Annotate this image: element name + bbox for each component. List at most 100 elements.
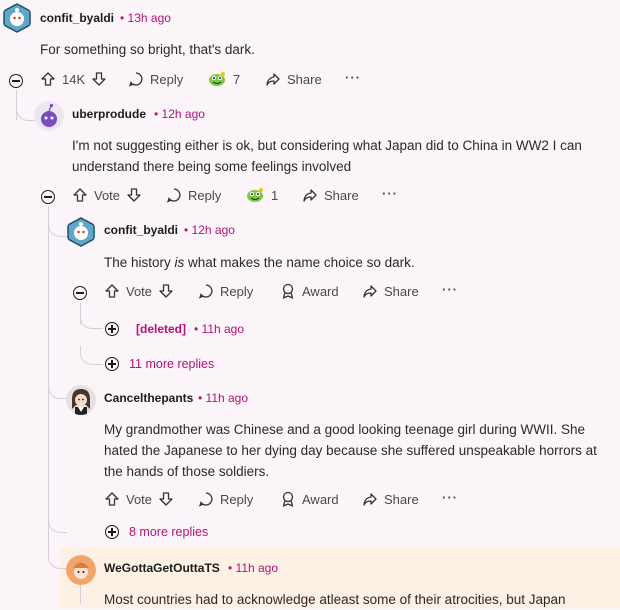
- award-button[interactable]: Award: [280, 491, 339, 507]
- award-count: 7: [233, 71, 241, 87]
- share-button[interactable]: Share: [265, 71, 322, 87]
- more-options-button[interactable]: ···: [442, 282, 458, 297]
- upvote-icon[interactable]: [72, 187, 88, 203]
- username[interactable]: confit_byaldi: [104, 223, 178, 237]
- award-button[interactable]: 7: [207, 71, 240, 87]
- upvote-icon[interactable]: [104, 491, 120, 507]
- thread-branch: [80, 346, 103, 365]
- comment-body: My grandmother was Chinese and a good lo…: [104, 419, 597, 482]
- collapse-toggle[interactable]: [41, 190, 55, 204]
- share-icon: [303, 189, 317, 202]
- share-button[interactable]: Share: [302, 187, 359, 203]
- award-button[interactable]: Award: [280, 283, 339, 299]
- award-count: 1: [271, 187, 279, 203]
- timestamp: 12h ago: [161, 107, 205, 121]
- vote-label: Vote: [126, 491, 153, 507]
- vote-label: Vote: [94, 187, 121, 203]
- reply-button[interactable]: Reply: [166, 187, 221, 203]
- expand-more-icon[interactable]: [105, 357, 119, 371]
- comment-body: I'm not suggesting either is ok, but con…: [72, 135, 582, 177]
- timestamp: 12h ago: [191, 223, 235, 237]
- comment-time: • 13h ago: [120, 11, 171, 25]
- reply-button[interactable]: Reply: [198, 283, 253, 299]
- avatar[interactable]: [66, 385, 96, 415]
- comment-text: The history: [104, 255, 175, 270]
- upvote-icon[interactable]: [40, 71, 56, 87]
- username[interactable]: uberprodude: [72, 107, 146, 121]
- comment-time: • 12h ago: [184, 223, 235, 237]
- award-label: Award: [302, 283, 339, 299]
- thread-branch: [16, 100, 35, 121]
- vote-group: 14K: [40, 71, 107, 87]
- more-replies-link[interactable]: 11 more replies: [129, 357, 214, 371]
- share-label: Share: [384, 283, 419, 299]
- more-options-button[interactable]: ···: [382, 186, 398, 201]
- collapse-toggle[interactable]: [9, 74, 23, 88]
- collapse-toggle[interactable]: [73, 286, 87, 300]
- award-ribbon-icon: [282, 283, 294, 299]
- thread-branch: [48, 216, 67, 237]
- avatar[interactable]: [66, 555, 96, 585]
- comment-line: I'm not suggesting either is ok, but con…: [72, 138, 582, 153]
- downvote-icon[interactable]: [91, 71, 107, 87]
- share-label: Share: [287, 71, 322, 87]
- expand-more-icon[interactable]: [105, 525, 119, 539]
- downvote-icon[interactable]: [158, 283, 174, 299]
- comment-text: what makes the name choice so dark.: [184, 255, 415, 270]
- share-icon: [363, 493, 377, 506]
- avatar[interactable]: [34, 101, 64, 131]
- thread-branch: [80, 310, 103, 329]
- more-replies-link[interactable]: 8 more replies: [129, 525, 208, 539]
- ellipsis-icon: ···: [442, 282, 458, 297]
- more-options-button[interactable]: ···: [345, 70, 361, 85]
- separator: •: [198, 391, 203, 405]
- thread-line: [80, 584, 81, 604]
- thread-branch: [48, 512, 67, 533]
- separator: •: [120, 11, 125, 25]
- comment-time: • 11h ago: [194, 322, 244, 336]
- comment-body: Most countries had to acknowledge atleas…: [104, 589, 566, 610]
- vote-group: Vote: [104, 283, 174, 299]
- downvote-icon[interactable]: [158, 491, 174, 507]
- avatar[interactable]: [66, 217, 96, 247]
- more-options-button[interactable]: ···: [442, 490, 458, 505]
- share-button[interactable]: Share: [362, 491, 419, 507]
- ellipsis-icon: ···: [382, 186, 398, 201]
- username[interactable]: confit_byaldi: [40, 11, 114, 25]
- timestamp: 13h ago: [127, 11, 171, 25]
- expand-toggle[interactable]: [105, 322, 119, 336]
- separator: •: [194, 322, 199, 336]
- comment-body: For something so bright, that's dark.: [40, 39, 255, 60]
- award-button[interactable]: 1: [245, 187, 278, 203]
- reply-label: Reply: [188, 187, 222, 203]
- share-button[interactable]: Share: [362, 283, 419, 299]
- comment-line: understand there being some feelings inv…: [72, 159, 352, 174]
- downvote-icon[interactable]: [126, 187, 142, 203]
- comment-icon: [128, 72, 143, 87]
- reply-button[interactable]: Reply: [128, 71, 183, 87]
- username[interactable]: WeGottaGetOuttaTS: [104, 561, 220, 575]
- comment-icon: [198, 284, 213, 299]
- reply-label: Reply: [150, 71, 184, 87]
- share-label: Share: [384, 491, 419, 507]
- timestamp: 11h ago: [205, 391, 249, 405]
- award-label: Award: [302, 491, 339, 507]
- upvote-icon[interactable]: [104, 283, 120, 299]
- comment-icon: [198, 492, 213, 507]
- award-icon: [209, 72, 225, 86]
- username[interactable]: Cancelthepants: [104, 391, 193, 405]
- avatar[interactable]: [2, 3, 32, 33]
- thread-branch: [48, 540, 67, 569]
- comment-emphasis: is: [174, 255, 185, 270]
- comment-line: My grandmother was Chinese and a good lo…: [104, 422, 586, 437]
- share-label: Share: [324, 187, 359, 203]
- timestamp: 11h ago: [201, 322, 245, 336]
- comment-time: • 11h ago: [198, 391, 248, 405]
- share-icon: [266, 73, 280, 86]
- vote-label: Vote: [126, 283, 153, 299]
- separator: •: [184, 223, 189, 237]
- reply-button[interactable]: Reply: [198, 491, 253, 507]
- comment-line: Most countries had to acknowledge atleas…: [104, 592, 566, 607]
- separator: •: [228, 561, 233, 575]
- separator: •: [154, 107, 159, 121]
